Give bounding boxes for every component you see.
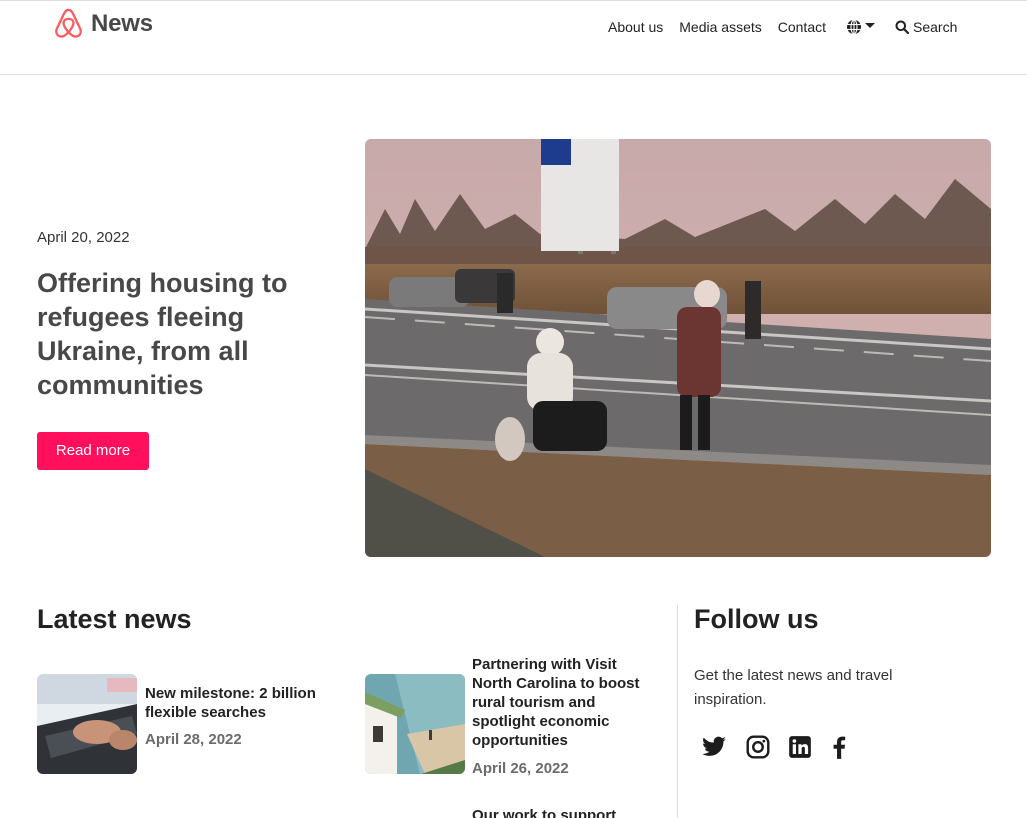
nav-media-assets[interactable]: Media assets <box>679 19 761 35</box>
linkedin-icon[interactable] <box>787 734 813 760</box>
search-icon <box>895 20 909 34</box>
news-title[interactable]: New milestone: 2 billion flexible search… <box>145 684 345 722</box>
language-selector[interactable] <box>846 19 875 35</box>
nav-contact[interactable]: Contact <box>778 19 826 35</box>
airbnb-logo-icon <box>55 8 82 38</box>
news-thumbnail-laptop[interactable] <box>37 674 137 774</box>
brand[interactable]: News <box>53 7 153 40</box>
follow-us-heading: Follow us <box>694 604 819 634</box>
main-nav: About us Media assets Contact Search <box>608 19 957 35</box>
news-date: April 26, 2022 <box>472 760 569 777</box>
search-label: Search <box>913 19 958 35</box>
globe-icon <box>847 19 861 35</box>
facebook-icon[interactable] <box>826 734 852 760</box>
nav-about-us[interactable]: About us <box>608 19 663 35</box>
news-thumbnail-beach[interactable] <box>365 674 465 774</box>
site-header: News About us Media assets Contact Searc… <box>0 0 1027 75</box>
search-button[interactable]: Search <box>895 19 957 35</box>
twitter-icon[interactable] <box>701 734 727 760</box>
column-divider <box>677 605 678 818</box>
brand-name: News <box>91 9 153 37</box>
news-title[interactable]: Our work to support <box>472 806 660 818</box>
read-more-button[interactable]: Read more <box>37 432 149 470</box>
hero-image[interactable] <box>365 139 991 557</box>
news-title[interactable]: Partnering with Visit North Carolina to … <box>472 655 660 750</box>
news-date: April 28, 2022 <box>145 731 242 748</box>
latest-news-heading: Latest news <box>37 604 192 634</box>
follow-us-text: Get the latest news and travel inspirati… <box>694 667 893 708</box>
hero-date: April 20, 2022 <box>37 229 130 246</box>
hero-title[interactable]: Offering housing to refugees fleeing Ukr… <box>37 266 337 402</box>
instagram-icon[interactable] <box>745 734 771 760</box>
chevron-down-icon <box>865 23 875 28</box>
